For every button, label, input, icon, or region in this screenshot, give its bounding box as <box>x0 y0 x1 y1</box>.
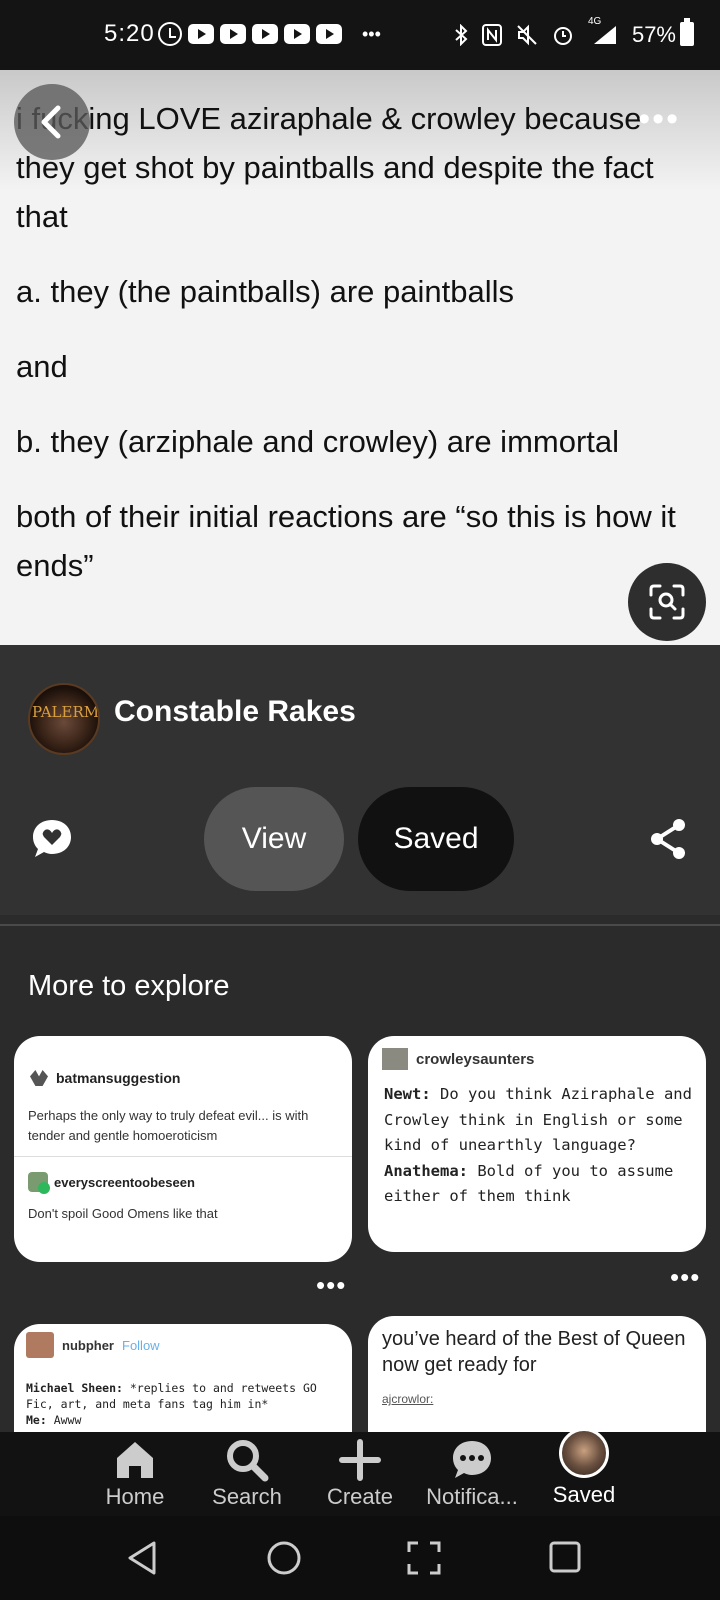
bat-icon <box>30 1070 48 1086</box>
card-more-button[interactable]: ••• <box>316 1272 346 1298</box>
post-paragraph: b. they (arziphale and crowley) are immo… <box>16 424 620 459</box>
youtube-icon <box>188 24 214 44</box>
comment-heart-icon[interactable] <box>30 817 74 861</box>
card-username: batmansuggestion <box>56 1070 181 1086</box>
home-icon <box>117 1442 153 1478</box>
creator-section: PALERMO Constable Rakes View Saved <box>0 645 720 915</box>
explore-title: More to explore <box>28 970 230 1002</box>
nav-label: Create <box>326 1484 394 1509</box>
youtube-icon <box>316 24 342 44</box>
explore-pin-card[interactable]: you’ve heard of the Best of Queen now ge… <box>368 1316 706 1432</box>
status-notifications: ••• <box>158 22 381 46</box>
system-nav-bar <box>0 1516 720 1600</box>
card-text: Michael Sheen: *replies to and retweets … <box>26 1380 346 1428</box>
card-more-button[interactable]: ••• <box>670 1264 700 1290</box>
post-paragraph: a. they (the paintballs) are paintballs <box>16 274 515 309</box>
post-text: i fucking LOVE aziraphale & crowley beca… <box>16 94 706 616</box>
card-text: Newt: Do you think Aziraphale and Crowle… <box>384 1082 694 1210</box>
visual-search-button[interactable] <box>628 563 706 641</box>
card-text: you’ve heard of the Best of Queen now ge… <box>382 1328 686 1376</box>
card-username: crowleysaunters <box>416 1050 535 1068</box>
battery-percent: 57% <box>631 22 676 47</box>
nfc-icon <box>481 24 502 46</box>
card-speaker: Anathema: <box>384 1161 468 1180</box>
home-circle-icon[interactable] <box>266 1540 302 1576</box>
alarm-icon <box>553 27 572 45</box>
profile-avatar <box>559 1428 609 1478</box>
card-speaker: Newt: <box>384 1085 431 1103</box>
visual-search-icon <box>649 584 685 620</box>
card-divider <box>14 1156 352 1157</box>
status-bar: 5:20 ••• 4G 57% <box>0 0 720 70</box>
mute-icon <box>517 24 537 46</box>
nav-notifications[interactable]: Notifica... <box>412 1432 532 1516</box>
card-username: ajcrowlor: <box>382 1392 434 1406</box>
post-paragraph: and <box>16 349 68 384</box>
back-button[interactable] <box>14 84 90 160</box>
user-avatar-icon <box>382 1048 408 1070</box>
chat-bubble-icon <box>453 1441 491 1478</box>
card-speaker: Michael Sheen: <box>26 1381 123 1395</box>
card-username: everyscreentoobeseen <box>54 1174 195 1190</box>
user-avatar-icon <box>26 1332 54 1358</box>
card-user: nubpher Follow <box>26 1332 160 1358</box>
card-line: Do you think Aziraphale and Crowley thin… <box>384 1085 692 1154</box>
recents-square-icon[interactable] <box>548 1540 582 1574</box>
youtube-icon <box>220 24 246 44</box>
card-user: crowleysaunters <box>382 1048 534 1070</box>
nav-saved[interactable]: Saved <box>524 1428 644 1516</box>
chevron-left-icon <box>41 105 61 139</box>
explore-pin-card[interactable]: batmansuggestion Perhaps the only way to… <box>14 1036 352 1262</box>
card-speaker: Me: <box>26 1413 47 1427</box>
youtube-icon <box>252 24 278 44</box>
view-button[interactable]: View <box>204 787 344 891</box>
post-paragraph: both of their initial reactions are “so … <box>16 499 676 583</box>
more-notifications-icon: ••• <box>362 24 381 44</box>
signal-icon: 4G <box>588 16 618 46</box>
follow-link: Follow <box>122 1337 160 1353</box>
card-text: Don't spoil Good Omens like that <box>28 1206 218 1221</box>
back-triangle-icon[interactable] <box>126 1540 158 1576</box>
nav-home[interactable]: Home <box>75 1432 195 1516</box>
bluetooth-icon <box>455 24 468 46</box>
nav-label: Home <box>105 1484 165 1509</box>
battery-icon <box>680 18 694 46</box>
nav-label: Saved <box>552 1482 616 1507</box>
status-time: 5:20 <box>104 20 155 47</box>
bottom-nav: Home Search Create Notifica... Saved <box>0 1428 720 1516</box>
explore-pin-card[interactable]: nubpher Follow Michael Sheen: *replies t… <box>14 1324 352 1432</box>
nav-search[interactable]: Search <box>187 1432 307 1516</box>
post-paragraph: i fucking LOVE aziraphale & crowley beca… <box>16 101 654 234</box>
card-user: everyscreentoobeseen <box>28 1172 195 1194</box>
post-image[interactable]: i fucking LOVE aziraphale & crowley beca… <box>0 70 720 645</box>
card-text: Perhaps the only way to truly defeat evi… <box>28 1108 309 1143</box>
card-user: batmansuggestion <box>30 1070 180 1086</box>
nav-create[interactable]: Create <box>300 1432 420 1516</box>
search-icon <box>227 1440 269 1482</box>
youtube-icon <box>284 24 310 44</box>
card-line: Awww <box>46 1413 82 1427</box>
more-options-button[interactable]: ••• <box>638 102 680 136</box>
plus-icon <box>339 1439 381 1481</box>
creator-avatar[interactable]: PALERMO <box>28 683 100 755</box>
user-avatar-icon <box>28 1172 50 1194</box>
saved-button[interactable]: Saved <box>358 787 514 891</box>
explore-section: More to explore batmansuggestion Perhaps… <box>0 926 720 1432</box>
explore-pin-card[interactable]: crowleysaunters Newt: Do you think Azira… <box>368 1036 706 1252</box>
screenshot-frame-icon[interactable] <box>406 1540 442 1576</box>
status-right-icons: 4G 57% <box>454 16 676 48</box>
creator-name[interactable]: Constable Rakes <box>114 695 356 729</box>
avatar-text: PALERMO <box>32 703 100 721</box>
nav-label: Notifica... <box>426 1484 518 1509</box>
share-icon[interactable] <box>648 817 688 861</box>
card-username: nubpher <box>62 1337 114 1353</box>
clock-icon <box>158 22 182 46</box>
nav-label: Search <box>212 1484 282 1509</box>
